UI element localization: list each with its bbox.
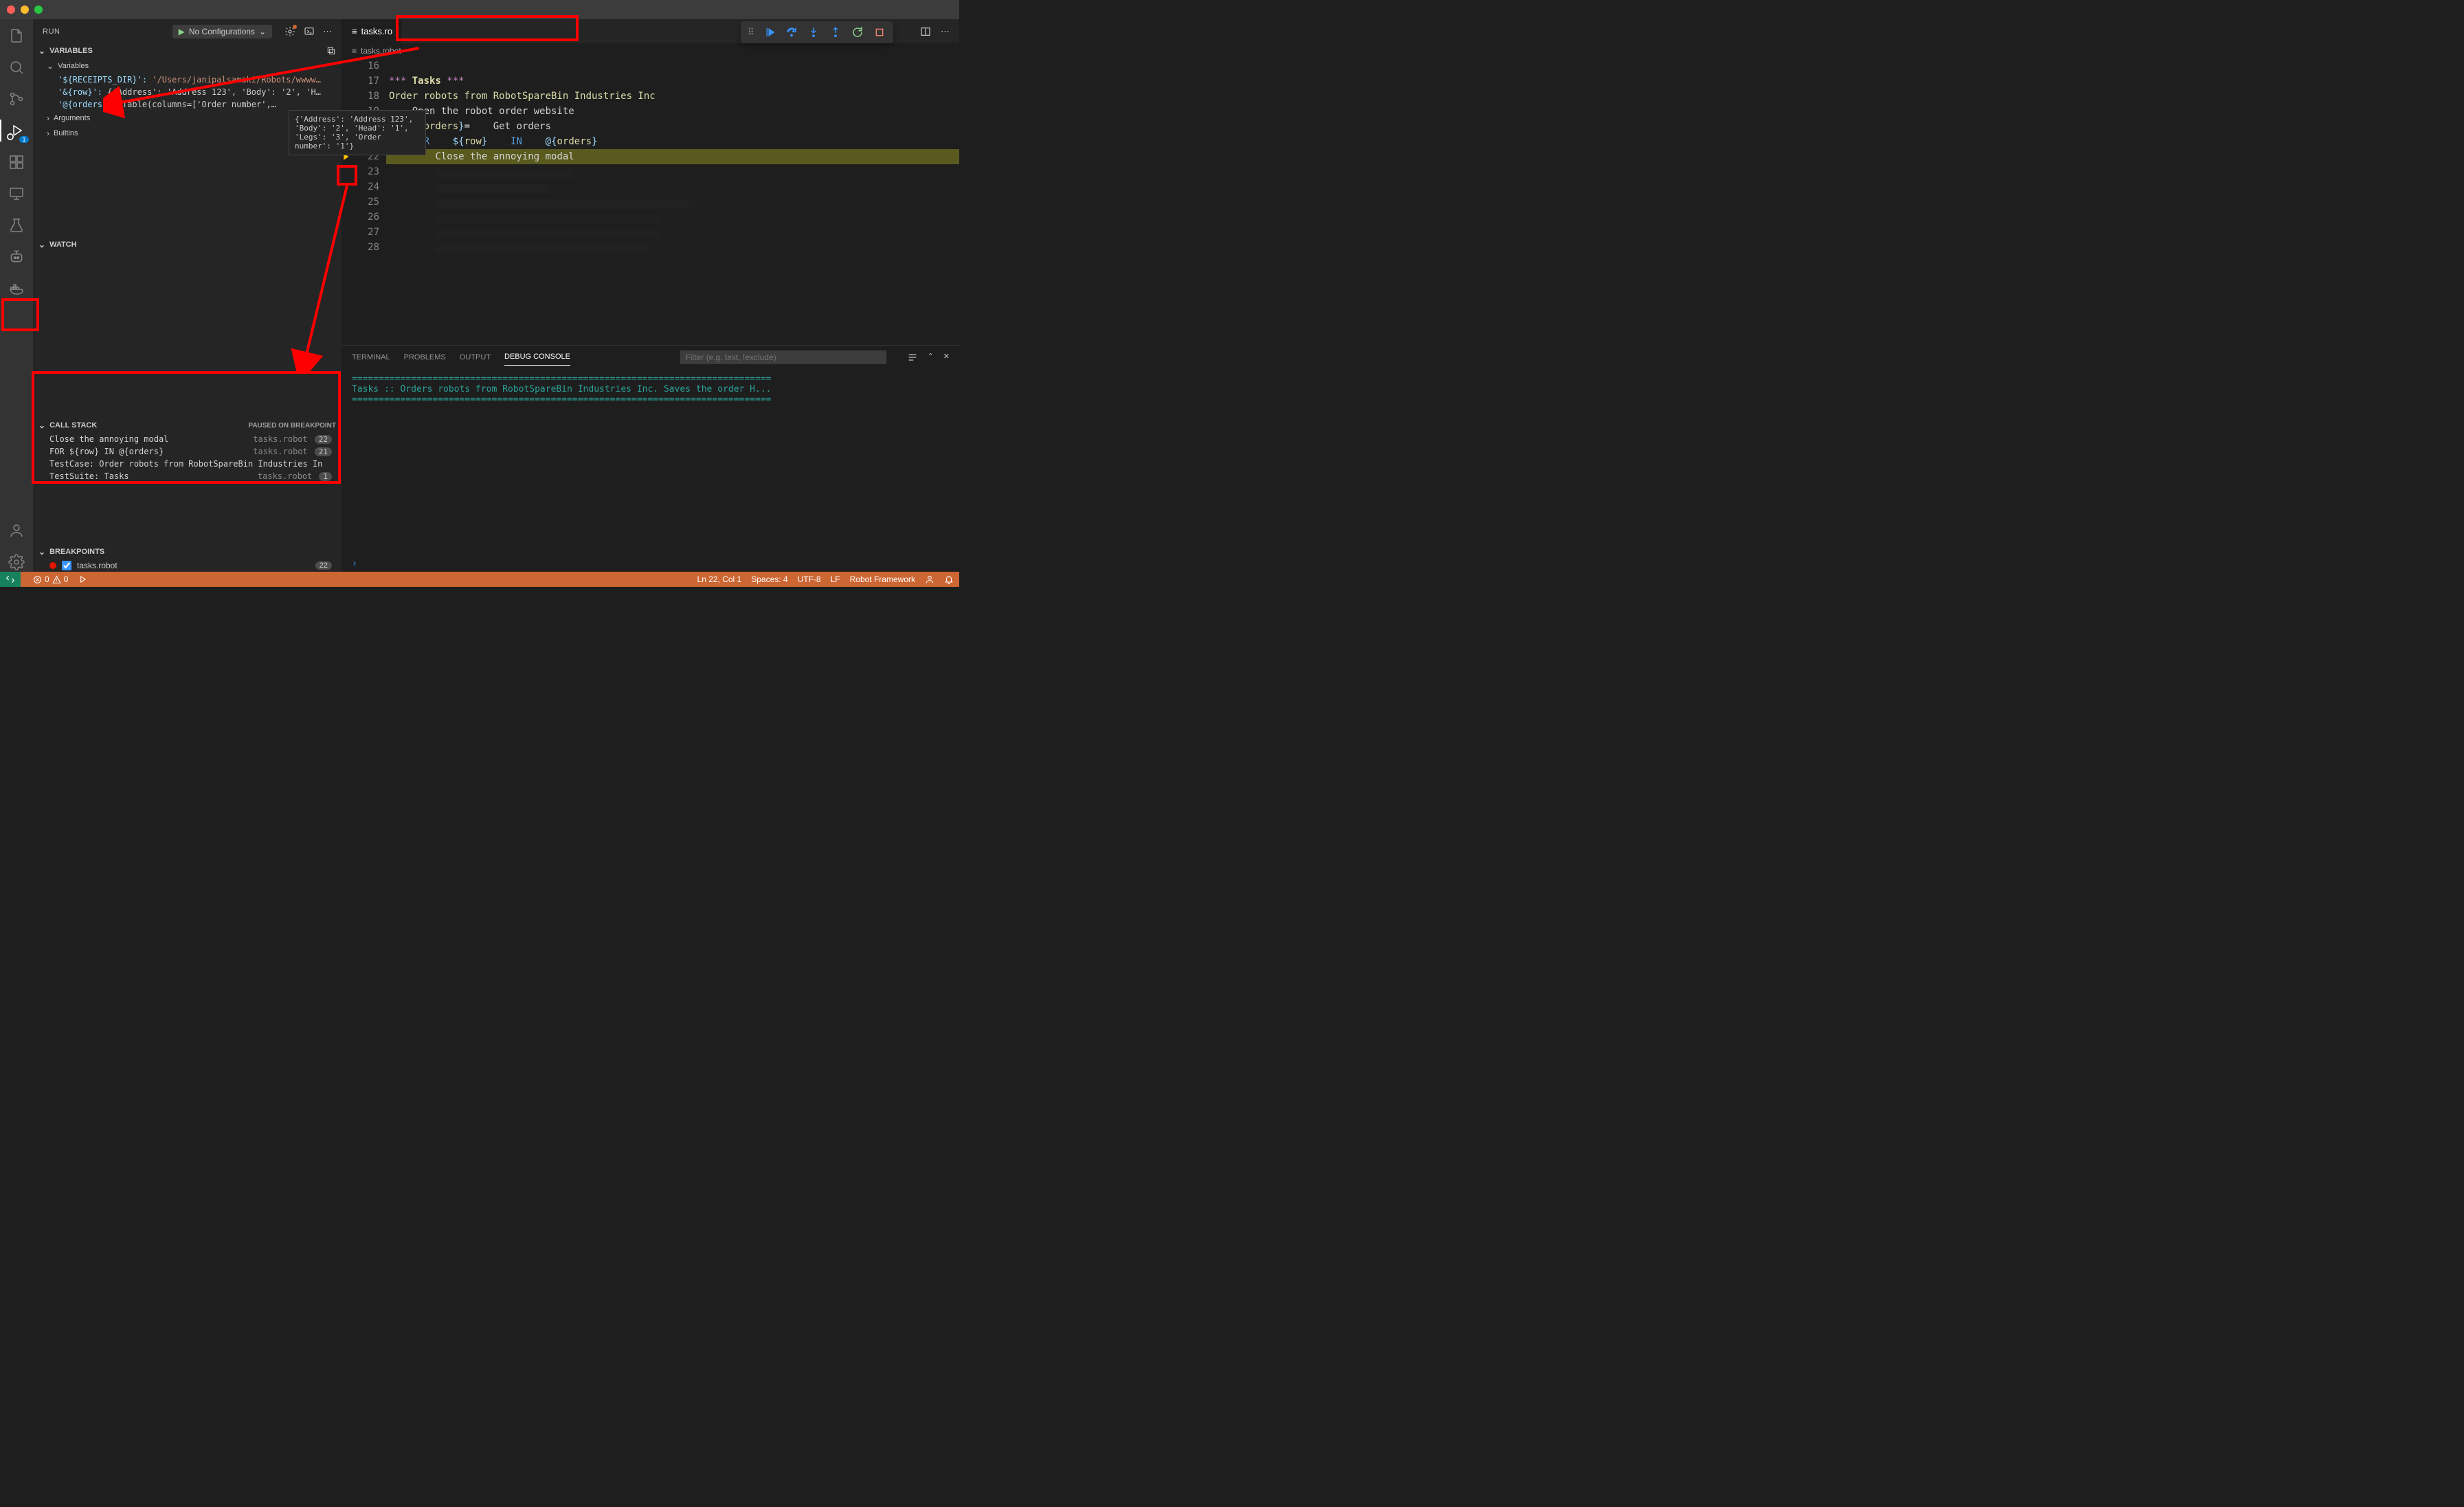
watch-section[interactable]: ⌄ WATCH: [33, 237, 341, 252]
variables-scope[interactable]: ⌄ Variables: [33, 58, 341, 74]
step-into-button[interactable]: [804, 24, 823, 41]
remote-indicator[interactable]: [0, 572, 21, 587]
variable-tooltip: {'Address': 'Address 123', 'Body': '2', …: [289, 110, 426, 155]
stack-frame[interactable]: Close the annoying modaltasks.robot22: [33, 433, 341, 445]
status-bar: 0 0 Ln 22, Col 1 Spaces: 4 UTF-8 LF Robo…: [0, 572, 959, 587]
debug-toolbar: ⠿: [741, 21, 893, 43]
debug-console-icon[interactable]: [304, 26, 315, 37]
restart-button[interactable]: [848, 24, 867, 41]
titlebar: [0, 0, 959, 19]
variables-section[interactable]: ⌄ VARIABLES: [33, 43, 341, 58]
file-icon: ≡: [352, 46, 357, 56]
breakpoint-row[interactable]: tasks.robot 22: [33, 559, 341, 572]
window-close-icon[interactable]: [7, 5, 15, 14]
code-editor[interactable]: 16171819202122232425262728 *** Tasks ***…: [342, 58, 959, 345]
window-maximize-icon[interactable]: [34, 5, 43, 14]
bottom-panel: TERMINAL PROBLEMS OUTPUT DEBUG CONSOLE ⌃…: [342, 345, 959, 572]
language-mode[interactable]: Robot Framework: [850, 574, 915, 584]
more-icon[interactable]: ⋯: [941, 26, 950, 37]
tab-terminal[interactable]: TERMINAL: [352, 349, 390, 366]
run-title: RUN: [43, 27, 60, 36]
search-icon[interactable]: [7, 58, 26, 77]
notifications-icon[interactable]: [944, 574, 954, 584]
gear-icon[interactable]: [284, 26, 295, 37]
chevron-down-icon: ⌄: [38, 421, 45, 430]
settings-gear-icon[interactable]: [7, 552, 26, 572]
breakpoint-dot-icon: [49, 562, 56, 569]
drag-handle-icon[interactable]: ⠿: [745, 27, 757, 38]
remote-explorer-icon[interactable]: [7, 184, 26, 203]
split-editor-icon[interactable]: [920, 26, 931, 37]
filter-input[interactable]: [680, 350, 886, 364]
tab-debug-console[interactable]: DEBUG CONSOLE: [504, 348, 570, 366]
play-icon: ▶: [179, 27, 185, 36]
step-over-button[interactable]: [782, 24, 801, 41]
file-icon: ≡: [352, 26, 357, 36]
breadcrumb[interactable]: ≡ tasks.robot: [342, 43, 959, 58]
window-minimize-icon[interactable]: [21, 5, 29, 14]
variable-row[interactable]: '&{row}': {'Address': 'Address 123', 'Bo…: [33, 86, 341, 98]
encoding[interactable]: UTF-8: [798, 574, 821, 584]
config-label: No Configurations: [189, 27, 255, 36]
more-icon[interactable]: ⋯: [323, 26, 332, 37]
step-out-button[interactable]: [826, 24, 845, 41]
breakpoints-section[interactable]: ⌄ BREAKPOINTS: [33, 544, 341, 559]
accounts-icon[interactable]: [7, 521, 26, 540]
indentation[interactable]: Spaces: 4: [751, 574, 787, 584]
editor-area: ≡ tasks.ro ⋯ ≡ tasks.robot 1617181920212…: [342, 19, 959, 572]
collapse-all-icon[interactable]: [326, 46, 336, 56]
chevron-right-icon: ›: [47, 129, 49, 138]
chevron-right-icon: ›: [47, 113, 49, 123]
docker-icon[interactable]: [7, 279, 26, 298]
editor-tab[interactable]: ≡ tasks.ro: [342, 19, 403, 43]
stack-frame[interactable]: FOR ${row} IN @{orders}tasks.robot21: [33, 445, 341, 458]
explorer-icon[interactable]: [7, 26, 26, 45]
testing-icon[interactable]: [7, 216, 26, 235]
run-header: RUN ▶ No Configurations ⌄ ⋯: [33, 19, 341, 43]
run-sidebar: RUN ▶ No Configurations ⌄ ⋯ ⌄ VARIABLES …: [33, 19, 342, 572]
clear-console-icon[interactable]: [907, 352, 918, 363]
chevron-down-icon: ⌄: [47, 61, 54, 71]
stack-frame[interactable]: TestSuite: Taskstasks.robot1: [33, 470, 341, 482]
callstack-section[interactable]: ⌄ CALL STACK PAUSED ON BREAKPOINT: [33, 418, 341, 433]
errors-warnings[interactable]: 0 0: [33, 574, 68, 584]
source-control-icon[interactable]: [7, 89, 26, 109]
chevron-down-icon: ⌄: [38, 547, 45, 557]
run-debug-icon[interactable]: 1: [7, 121, 26, 140]
close-panel-icon[interactable]: ✕: [943, 352, 950, 363]
tab-output[interactable]: OUTPUT: [460, 349, 491, 366]
chevron-down-icon: ⌄: [38, 240, 45, 249]
eol[interactable]: LF: [831, 574, 840, 584]
stop-button[interactable]: [870, 24, 889, 41]
continue-button[interactable]: [760, 24, 779, 41]
breakpoint-checkbox[interactable]: [62, 561, 71, 570]
run-config-select[interactable]: ▶ No Configurations ⌄: [172, 25, 272, 38]
console-input[interactable]: ›: [342, 556, 959, 572]
tab-problems[interactable]: PROBLEMS: [404, 349, 446, 366]
debug-console-output: ========================================…: [342, 368, 959, 556]
feedback-icon[interactable]: [925, 574, 934, 584]
debug-status-icon[interactable]: [78, 574, 87, 584]
chevron-down-icon: ⌄: [259, 27, 266, 36]
activity-bar: 1: [0, 19, 33, 572]
variable-row[interactable]: '@{orders}': Table(columns=['Order numbe…: [33, 98, 341, 111]
variable-row[interactable]: '${RECEIPTS_DIR}': '/Users/janipalsamaki…: [33, 74, 341, 86]
robot-icon[interactable]: [7, 247, 26, 267]
extensions-icon[interactable]: [7, 153, 26, 172]
cursor-position[interactable]: Ln 22, Col 1: [697, 574, 742, 584]
debug-badge: 1: [19, 136, 29, 143]
stack-frame[interactable]: TestCase: Order robots from RobotSpareBi…: [33, 458, 341, 470]
collapse-panel-icon[interactable]: ⌃: [928, 352, 934, 363]
callstack-status: PAUSED ON BREAKPOINT: [248, 422, 336, 429]
chevron-down-icon: ⌄: [38, 46, 45, 56]
